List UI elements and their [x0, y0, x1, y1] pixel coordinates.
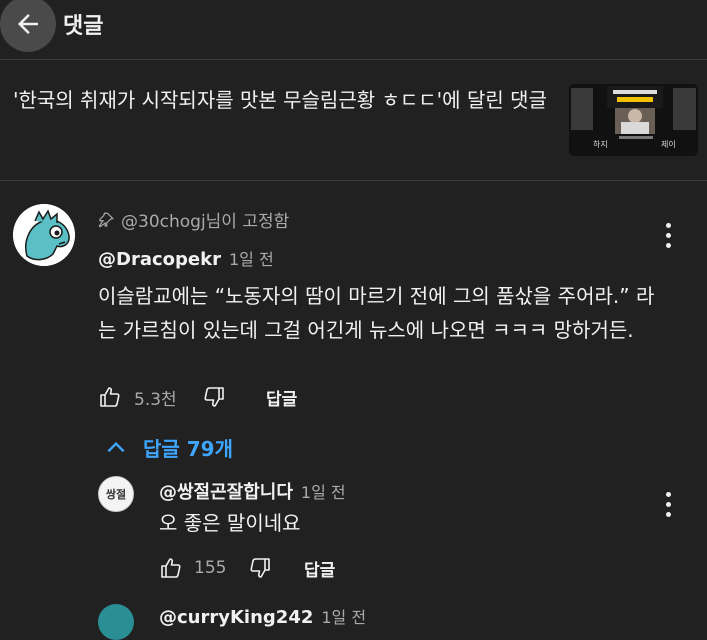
reply-button[interactable]: 답글	[304, 556, 335, 581]
avatar[interactable]	[13, 204, 75, 266]
comment-text: 이슬람교에는 “노동자의 땀이 마르기 전에 그의 품삯을 주어라.” 라는 가…	[98, 284, 655, 342]
dot-icon	[665, 232, 671, 238]
page-title: 댓글	[63, 14, 104, 39]
pinned-indicator: @30chogj님이 고정함	[97, 207, 289, 232]
comment-actions: 5.3천 답글	[98, 384, 297, 410]
replies-toggle[interactable]: 답글 79개	[103, 433, 233, 462]
video-thumbnail[interactable]: 하지 제이	[569, 84, 698, 156]
thumbs-up-icon[interactable]	[159, 556, 183, 580]
reply-more-options-button[interactable]	[656, 489, 680, 519]
comment-time: 1일 전	[228, 250, 274, 269]
dot-icon	[665, 511, 671, 517]
reply-text: 오 좋은 말이네요	[159, 511, 301, 535]
chevron-up-icon	[107, 441, 125, 452]
like-count: 5.3천	[134, 389, 177, 410]
replies-count-label: 답글 79개	[143, 437, 233, 461]
next-reply-time: 1일 전	[321, 608, 367, 627]
comment-header: @Dracopekr 1일 전	[98, 246, 274, 270]
pin-icon	[98, 212, 114, 228]
reply-header: @쌍절곤잘합니다 1일 전	[159, 478, 346, 504]
dot-icon	[665, 491, 671, 497]
dot-icon	[665, 501, 671, 507]
pinned-label: @30chogj님이 고정함	[121, 212, 290, 232]
reply-avatar[interactable]: 쌍절	[98, 476, 134, 512]
thumbs-down-icon[interactable]	[202, 385, 226, 409]
reply-actions: 155 답글	[159, 555, 335, 581]
dragon-avatar-icon	[13, 204, 75, 266]
arrow-left-icon	[18, 14, 38, 34]
thumbnail-caption-right: 제이	[661, 140, 676, 149]
thumbnail-caption-left: 하지	[593, 140, 608, 149]
more-options-button[interactable]	[656, 220, 680, 250]
comment-author[interactable]: @Dracopekr	[98, 249, 221, 270]
dot-icon	[665, 222, 671, 228]
dot-icon	[665, 242, 671, 248]
reply-button[interactable]: 답글	[266, 385, 297, 410]
thumbnail-image	[569, 84, 698, 156]
next-reply-header: @curryKing242 1일 전	[159, 604, 366, 628]
next-reply-avatar[interactable]	[98, 604, 134, 640]
reply-time: 1일 전	[300, 483, 346, 502]
reply-author[interactable]: @쌍절곤잘합니다	[159, 478, 293, 504]
video-title[interactable]: '한국의 취재가 시작되자를 맛본 무슬림근황 ㅎㄷㄷ'에 달린 댓글	[13, 86, 553, 115]
thumbs-up-icon[interactable]	[98, 385, 122, 409]
thumbs-down-icon[interactable]	[248, 556, 272, 580]
divider	[0, 180, 707, 181]
avatar-text: 쌍절	[105, 488, 127, 501]
top-bar	[0, 0, 707, 60]
reply-like-count: 155	[194, 558, 227, 578]
